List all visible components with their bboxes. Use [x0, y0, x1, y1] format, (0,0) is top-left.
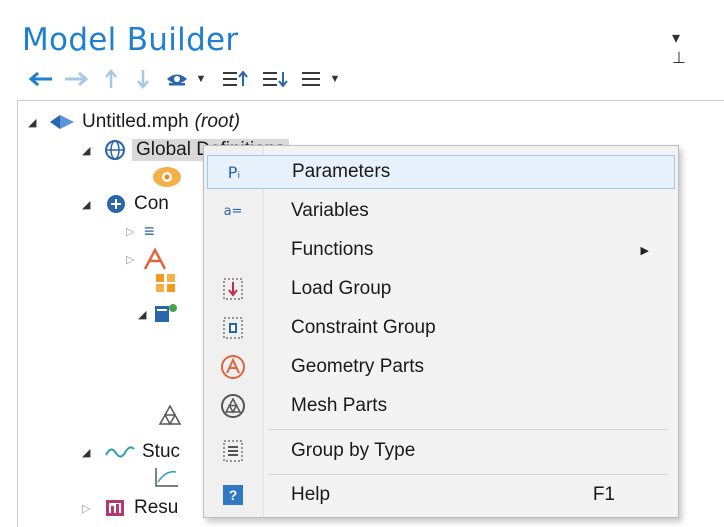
tree-node-study-label: Stuc	[142, 441, 181, 462]
menu-separator	[268, 474, 668, 475]
tree-node-component[interactable]: ◢ Con	[82, 190, 169, 218]
menu-item-label: Functions	[291, 239, 374, 260]
arrow-right-icon	[65, 71, 89, 87]
help-icon: ?	[207, 485, 259, 505]
expand-caret-icon[interactable]: ◢	[82, 198, 96, 211]
menu-item-functions[interactable]: Functions ▶	[207, 233, 675, 267]
collapse-sections-icon	[263, 72, 288, 87]
arrow-down-icon	[137, 70, 149, 89]
mesh-parts-icon	[207, 393, 259, 419]
tree-node-definitions[interactable]: ▷ ≡	[126, 217, 155, 245]
forward-button[interactable]	[58, 66, 96, 92]
menu-item-label: Mesh Parts	[291, 395, 388, 416]
panel-controls: ▾ ⊥	[672, 28, 724, 68]
list-view-button[interactable]	[296, 66, 328, 92]
physics-icon	[155, 304, 177, 322]
panel-title: Model Builder	[22, 22, 239, 58]
panel-menu-icon[interactable]: ▾	[672, 28, 680, 48]
expand-sections-icon	[223, 71, 248, 86]
pin-icon[interactable]: ⊥	[672, 48, 686, 68]
results-icon	[106, 500, 124, 516]
menu-item-parameters[interactable]: Pᵢ Parameters	[207, 155, 675, 189]
definitions-icon: ≡	[144, 220, 155, 241]
menu-item-label: Constraint Group	[291, 317, 436, 338]
tree-node-results-label: Resu	[134, 497, 179, 518]
menu-item-label: Geometry Parts	[291, 356, 425, 377]
collapse-sections-button[interactable]	[256, 66, 296, 92]
group-by-type-icon	[207, 439, 259, 463]
tree-node-component-label: Con	[134, 193, 169, 214]
materials-icon	[156, 274, 175, 292]
eye-icon	[167, 74, 187, 86]
show-more-options-button[interactable]	[160, 66, 194, 92]
tree-node-results[interactable]: ▷ Resu	[82, 494, 178, 522]
tree-node-root-label: Untitled.mph	[82, 111, 189, 132]
move-up-button[interactable]	[96, 66, 126, 92]
model-root-icon	[50, 115, 74, 129]
expand-caret-icon[interactable]: ◢	[138, 308, 152, 321]
menu-item-label: Parameters	[292, 161, 391, 182]
help-shortcut: F1	[592, 484, 615, 505]
tree-node-root-suffix: (root)	[194, 111, 241, 132]
list-dropdown-caret[interactable]: ▼	[328, 66, 342, 92]
list-icon	[302, 72, 320, 86]
menu-item-mesh-parts[interactable]: Mesh Parts	[207, 389, 675, 423]
collapsed-caret-icon[interactable]: ▷	[126, 225, 140, 238]
show-dropdown-caret[interactable]: ▼	[194, 66, 208, 92]
constraint-group-icon	[207, 316, 259, 340]
globe-icon	[105, 140, 125, 160]
parameters-node-icon	[153, 167, 181, 187]
menu-item-label: Variables	[291, 200, 369, 221]
expand-caret-icon[interactable]: ◢	[28, 116, 42, 129]
menu-item-label: Load Group	[291, 278, 392, 299]
menu-item-constraint-group[interactable]: Constraint Group	[207, 311, 675, 345]
load-group-icon	[207, 277, 259, 301]
submenu-arrow-icon: ▶	[640, 244, 649, 257]
collapsed-caret-icon[interactable]: ▷	[126, 253, 140, 266]
study-step-icon	[155, 468, 178, 487]
arrow-up-icon	[105, 69, 117, 88]
variables-icon: a=	[223, 203, 243, 219]
component-icon	[107, 195, 125, 213]
expand-caret-icon[interactable]: ◢	[82, 446, 96, 459]
tree-node-geometry[interactable]: ▷	[126, 245, 168, 273]
mesh-icon	[158, 404, 182, 426]
geometry-parts-icon	[207, 354, 259, 380]
menu-item-geometry-parts[interactable]: Geometry Parts	[207, 350, 675, 384]
geometry-icon	[143, 247, 167, 270]
menu-item-help[interactable]: ? Help F1	[207, 478, 675, 512]
collapsed-caret-icon[interactable]: ▷	[82, 502, 96, 515]
menu-item-variables[interactable]: a= Variables	[207, 194, 675, 228]
tree-node-physics[interactable]: ◢	[138, 300, 180, 328]
back-button[interactable]	[22, 66, 58, 92]
arrow-left-icon	[28, 71, 52, 87]
menu-item-label: Help	[291, 484, 331, 505]
menu-separator	[268, 429, 668, 430]
study-icon	[105, 446, 135, 458]
expand-caret-icon[interactable]: ◢	[82, 144, 96, 157]
model-builder-toolbar: ▼ ▼	[22, 66, 342, 92]
tree-node-root[interactable]: ◢ Untitled.mph (root)	[28, 108, 240, 136]
tree-node-study[interactable]: ◢ Stuc	[82, 438, 180, 466]
parameters-icon: Pᵢ	[227, 162, 241, 182]
menu-item-label: Group by Type	[291, 440, 416, 461]
menu-item-group-by-type[interactable]: Group by Type	[207, 434, 675, 468]
menu-item-load-group[interactable]: Load Group	[207, 272, 675, 306]
context-menu: Pᵢ Parameters a= Variables Functions ▶ L…	[203, 145, 679, 518]
expand-sections-button[interactable]	[216, 66, 256, 92]
move-down-button[interactable]	[126, 66, 160, 92]
